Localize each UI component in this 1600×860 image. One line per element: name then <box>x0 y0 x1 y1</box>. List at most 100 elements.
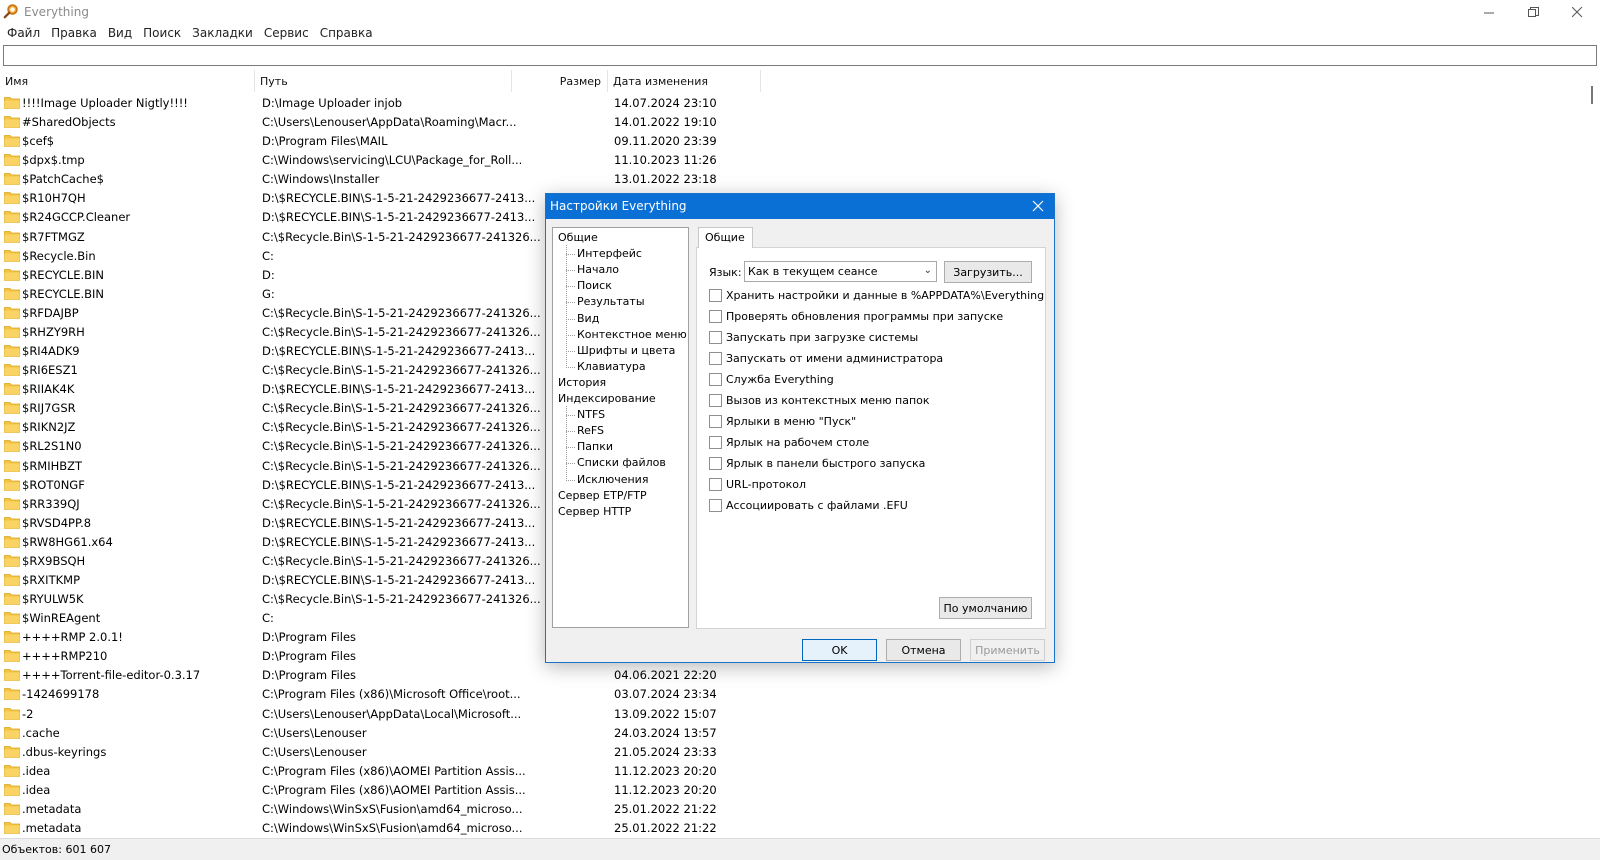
checkbox-label: Служба Everything <box>726 373 834 386</box>
file-date: 25.01.2022 21:22 <box>614 801 717 816</box>
load-button[interactable]: Загрузить... <box>944 261 1032 283</box>
checkbox[interactable] <box>709 331 722 344</box>
tree-item[interactable]: ReFS <box>577 424 604 437</box>
menu-bookmarks[interactable]: Закладки <box>189 24 261 44</box>
file-path: D:\Program Files <box>262 630 357 645</box>
tree-item[interactable]: Общие <box>558 231 598 244</box>
menu-search[interactable]: Поиск <box>140 24 189 44</box>
tree-item[interactable]: Результаты <box>577 295 645 308</box>
language-select[interactable]: Как в текущем сеансе ⌄ <box>744 261 937 282</box>
folder-icon <box>4 555 20 567</box>
tree-item[interactable]: Шрифты и цвета <box>577 344 675 357</box>
table-row[interactable]: #SharedObjects C:\Users\Lenouser\AppData\… <box>0 113 1585 132</box>
tree-item[interactable]: Контекстное меню <box>577 328 687 341</box>
table-row[interactable]: -2 C:\Users\Lenouser\AppData\Local\Micros… <box>0 705 1585 724</box>
table-row[interactable]: -1424699178 C:\Program Files (x86)\Micros… <box>0 685 1585 704</box>
settings-dialog: Настройки Everything Общие Интерфейс Начал… <box>545 193 1055 663</box>
file-name: ++++RMP 2.0.1! <box>22 630 123 645</box>
table-row[interactable]: .metadata C:\Windows\WinSxS\Fusion\amd64_… <box>0 819 1585 838</box>
tree-item[interactable]: Начало <box>577 263 619 276</box>
checkbox[interactable] <box>709 394 722 407</box>
folder-icon <box>4 783 20 796</box>
file-name: $R10H7QH <box>22 191 86 206</box>
apply-button[interactable]: Применить <box>970 639 1045 661</box>
file-path: C:\$Recycle.Bin\S-1-5-21-2429236677-2413… <box>262 229 541 244</box>
menu-file[interactable]: Файл <box>4 24 48 44</box>
file-name: $RECYCLE.BIN <box>22 267 105 282</box>
dialog-close-button[interactable] <box>1028 196 1048 216</box>
folder-icon <box>4 669 20 682</box>
file-name: $R24GCCP.Cleaner <box>22 210 131 225</box>
tree-connector <box>566 366 575 368</box>
chevron-down-icon: ⌄ <box>923 265 932 276</box>
scrollbar-thumb[interactable] <box>1591 86 1593 104</box>
tree-item[interactable]: Сервер HTTP <box>558 505 631 518</box>
column-path-header[interactable]: Путь <box>255 70 512 92</box>
file-path: C:\Windows\servicing\LCU\Package_for_Rol… <box>262 153 523 168</box>
cancel-button[interactable]: Отмена <box>886 639 961 661</box>
table-row[interactable]: .dbus-keyrings C:\Users\Lenouser 21.05.202… <box>0 743 1585 762</box>
file-name: ++++RMP210 <box>22 649 108 664</box>
tree-item[interactable]: Интерфейс <box>577 247 642 260</box>
menu-edit[interactable]: Правка <box>48 24 105 44</box>
folder-icon <box>4 135 20 148</box>
checkbox[interactable] <box>709 289 722 302</box>
table-row[interactable]: .cache C:\Users\Lenouser 24.03.2024 13:57 <box>0 724 1585 743</box>
dialog-title-bar: Настройки Everything <box>546 194 1054 219</box>
tree-item[interactable]: Списки файлов <box>577 456 666 469</box>
tree-item[interactable]: История <box>558 376 606 389</box>
table-row[interactable]: !!!!Image Uploader Nigtly!!!! D:\Image Up… <box>0 94 1585 113</box>
tree-item[interactable]: Сервер ETP/FTP <box>558 489 647 502</box>
checkbox[interactable] <box>709 457 722 470</box>
tree-item[interactable]: Индексирование <box>558 392 656 405</box>
tree-item[interactable]: Вид <box>577 312 599 325</box>
close-button[interactable] <box>1554 0 1600 24</box>
search-input[interactable] <box>3 45 1597 66</box>
vertical-scrollbar[interactable] <box>1585 70 1600 838</box>
tree-item[interactable]: Поиск <box>577 279 612 292</box>
checkbox[interactable] <box>709 352 722 365</box>
tab-general[interactable]: Общие <box>698 227 753 248</box>
table-row[interactable]: $PatchCache$ C:\Windows\Installer 13.01.20… <box>0 170 1585 189</box>
checkbox[interactable] <box>709 310 722 323</box>
checkbox[interactable] <box>709 373 722 386</box>
table-row[interactable]: .idea C:\Program Files (x86)\AOMEI Partit… <box>0 762 1585 781</box>
file-name: $RI4ADK9 <box>22 344 80 359</box>
column-name-header[interactable]: Имя <box>0 70 255 92</box>
tree-item[interactable]: NTFS <box>577 408 605 421</box>
folder-icon <box>4 154 20 167</box>
column-size-header[interactable]: Размер <box>512 70 608 92</box>
table-row[interactable]: .metadata C:\Windows\WinSxS\Fusion\amd64_… <box>0 800 1585 819</box>
default-button[interactable]: По умолчанию <box>939 597 1032 619</box>
tree-connector <box>566 254 575 256</box>
menu-tools[interactable]: Сервис <box>261 24 317 44</box>
checkbox[interactable] <box>709 415 722 428</box>
file-path: C:\Users\Lenouser <box>262 725 367 740</box>
file-name: $WinREAgent <box>22 611 101 626</box>
settings-tree[interactable]: Общие Интерфейс Начало Поиск Результаты Вид Ко… <box>552 227 689 628</box>
tree-item[interactable]: Исключения <box>577 473 648 486</box>
menu-view[interactable]: Вид <box>105 24 140 44</box>
folder-icon <box>4 211 20 224</box>
column-date-header[interactable]: Дата изменения <box>608 70 761 92</box>
restore-button[interactable] <box>1510 0 1556 24</box>
checkbox[interactable] <box>709 436 722 449</box>
checkbox[interactable] <box>709 478 722 491</box>
table-row[interactable]: $cef$ D:\Program Files\MAIL 09.11.2020 23:… <box>0 132 1585 151</box>
menu-help[interactable]: Справка <box>317 24 381 44</box>
minimize-button[interactable] <box>1466 0 1512 24</box>
table-row[interactable]: ++++Torrent-file-editor-0.3.17 D:\Program… <box>0 666 1585 685</box>
checkbox-label: Ассоциировать с файлами .EFU <box>726 499 908 512</box>
file-name: $RIJ7GSR <box>22 401 76 416</box>
table-row[interactable]: $dpx$.tmp C:\Windows\servicing\LCU\Packag… <box>0 151 1585 170</box>
tree-connector <box>566 463 575 465</box>
tree-item[interactable]: Клавиатура <box>577 360 646 373</box>
tree-item[interactable]: Папки <box>577 440 613 453</box>
checkbox-label: Проверять обновления программы при запус… <box>726 310 1004 323</box>
file-path: C:\$Recycle.Bin\S-1-5-21-2429236677-2413… <box>262 305 541 320</box>
ok-button[interactable]: OK <box>802 639 877 661</box>
tree-connector <box>566 447 575 449</box>
folder-icon <box>4 287 20 300</box>
checkbox[interactable] <box>709 499 722 512</box>
table-row[interactable]: .idea C:\Program Files (x86)\AOMEI Partit… <box>0 781 1585 800</box>
